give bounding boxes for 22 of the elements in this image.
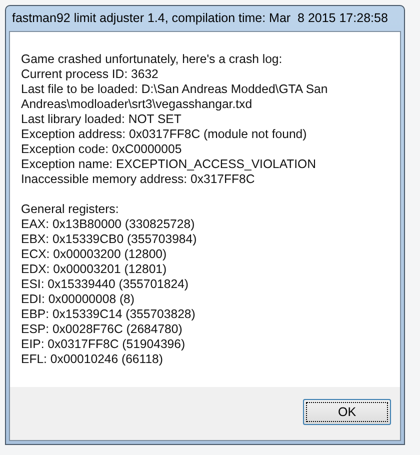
log-line: Current process ID: 3632 <box>21 67 160 82</box>
ok-button[interactable]: OK <box>303 399 391 425</box>
log-line: EBP: 0x15339C14 (355703828) <box>21 307 196 322</box>
log-line: EFL: 0x00010246 (66118) <box>21 352 164 367</box>
log-line: ESP: 0x0028F76C (2684780) <box>21 322 184 337</box>
log-line: Inaccessible memory address: 0x317FF8C <box>21 172 256 187</box>
log-line: Last file to be loaded: D:\San Andreas Modded\GTA San <box>21 82 329 97</box>
log-line: EBX: 0x15339CB0 (355703984) <box>21 232 198 247</box>
log-line: EDI: 0x00000008 (8) <box>21 292 136 307</box>
log-line: Game crashed unfortunately, here's a crash log: <box>21 52 284 67</box>
log-line: EIP: 0x0317FF8C (51904396) <box>21 337 186 352</box>
log-line: Exception address: 0x0317FF8C (module not found) <box>21 127 308 142</box>
log-line: Exception name: EXCEPTION_ACCESS_VIOLATION <box>21 157 318 172</box>
log-line: ECX: 0x00003200 (12800) <box>21 247 168 262</box>
log-line: General registers: <box>21 202 120 217</box>
log-line: Last library loaded: NOT SET <box>21 112 182 127</box>
log-line: EAX: 0x13B80000 (330825728) <box>21 217 196 232</box>
log-line: Exception code: 0xC0000005 <box>21 142 183 157</box>
log-line: ESI: 0x15339440 (355701824) <box>21 277 190 292</box>
log-line: EDX: 0x00003201 (12801) <box>21 262 168 277</box>
log-line: Andreas\modloader\srt3\vegasshangar.txd <box>21 97 254 112</box>
window-title: fastman92 limit adjuster 1.4, compilation time: Mar 8 2015 17:28:58 <box>11 10 388 27</box>
